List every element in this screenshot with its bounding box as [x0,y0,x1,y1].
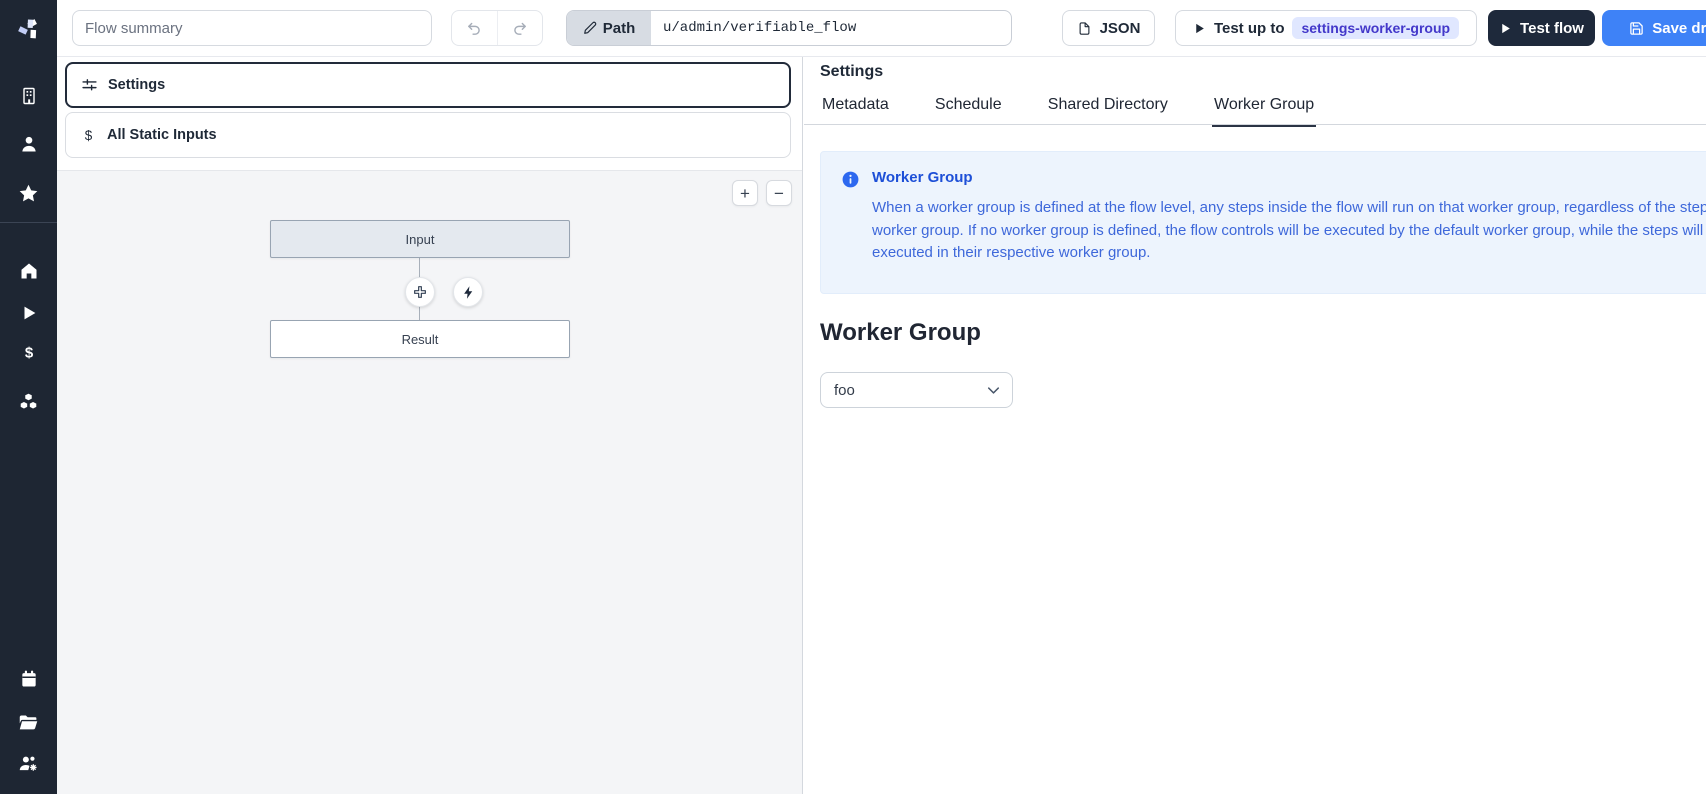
minus-glyph: − [774,185,784,202]
all-static-inputs-row[interactable]: $ All Static Inputs [65,112,791,158]
undo-icon [466,20,483,37]
dollar-dark-icon: $ [80,127,97,144]
trigger-button[interactable] [453,277,483,307]
save-draft-button[interactable]: Save draft [1602,10,1706,46]
path-label-text: Path [603,20,636,37]
tab-schedule[interactable]: Schedule [933,92,1004,125]
play-icon[interactable] [0,302,57,324]
tab-worker-group[interactable]: Worker Group [1212,92,1316,127]
boxes-icon[interactable] [0,390,57,412]
test-flow-label: Test flow [1520,20,1584,37]
path-value[interactable]: u/admin/verifiable_flow [651,11,1011,45]
chevron-down-icon [984,381,1003,400]
zoom-in-button[interactable]: + [732,180,758,206]
test-flow-button[interactable]: Test flow [1488,10,1595,46]
json-button-label: JSON [1100,20,1141,37]
settings-panel-title: Settings [820,63,883,81]
flow-editor-panel: Settings $ All Static Inputs + − Input R… [57,57,803,794]
json-button[interactable]: JSON [1062,10,1155,46]
flow-canvas[interactable] [57,171,802,794]
path-label[interactable]: Path [567,11,651,45]
flow-header-divider [57,170,802,171]
worker-group-select[interactable]: foo [820,372,1013,408]
redo-button[interactable] [498,11,543,45]
tab-metadata[interactable]: Metadata [820,92,891,125]
play-white-icon [1499,22,1512,35]
test-up-to-button[interactable]: Test up to settings-worker-group [1175,10,1477,46]
add-step-button[interactable] [405,277,435,307]
sliders-icon [81,77,98,94]
svg-text:$: $ [24,345,33,362]
worker-group-info-alert: Worker Group When a worker group is defi… [820,151,1706,294]
svg-text:$: $ [85,127,93,142]
input-node-label: Input [406,232,435,247]
info-icon [841,169,860,276]
top-toolbar: Path u/admin/verifiable_flow JSON Test u… [57,0,1706,57]
undo-button[interactable] [452,11,498,45]
tab-shared-directory[interactable]: Shared Directory [1046,92,1170,125]
save-draft-label: Save draft [1652,20,1706,37]
plus-icon [412,284,428,300]
settings-panel: Settings Metadata Schedule Shared Direct… [804,57,1706,794]
worker-group-select-value: foo [834,382,855,399]
settings-tabs: Metadata Schedule Shared Directory Worke… [804,92,1706,125]
play-outline-icon [1193,22,1206,35]
folder-open-icon[interactable] [0,711,57,733]
user-icon[interactable] [0,133,57,155]
info-body: When a worker group is defined at the fl… [872,197,1706,265]
zoom-out-button[interactable]: − [766,180,792,206]
save-icon [1629,21,1644,36]
input-node[interactable]: Input [270,220,570,258]
info-title: Worker Group [872,169,1706,186]
result-node-label: Result [402,332,439,347]
home-icon[interactable] [0,260,57,282]
sidebar: $ [0,0,57,794]
worker-group-heading: Worker Group [820,319,981,347]
path-group[interactable]: Path u/admin/verifiable_flow [566,10,1012,46]
pencil-icon [583,21,597,35]
result-node[interactable]: Result [270,320,570,358]
file-json-icon [1077,21,1092,36]
undo-redo-group [451,10,543,46]
dollar-icon[interactable]: $ [0,342,57,364]
info-content: Worker Group When a worker group is defi… [872,169,1706,276]
worker-group-badge: settings-worker-group [1292,17,1459,39]
bolt-icon [461,285,476,300]
sidebar-divider [0,222,57,223]
all-static-inputs-label: All Static Inputs [107,127,217,143]
users-gear-icon[interactable] [0,752,57,774]
windmill-logo[interactable] [0,14,57,44]
building-icon[interactable] [0,85,57,107]
flow-settings-label: Settings [108,77,165,93]
redo-icon [511,20,528,37]
flow-summary-input[interactable] [72,10,432,46]
flow-settings-row[interactable]: Settings [65,62,791,108]
calendar-icon[interactable] [0,668,57,690]
star-icon[interactable] [0,182,57,204]
plus-glyph: + [740,185,750,202]
test-up-to-label: Test up to [1214,20,1285,37]
